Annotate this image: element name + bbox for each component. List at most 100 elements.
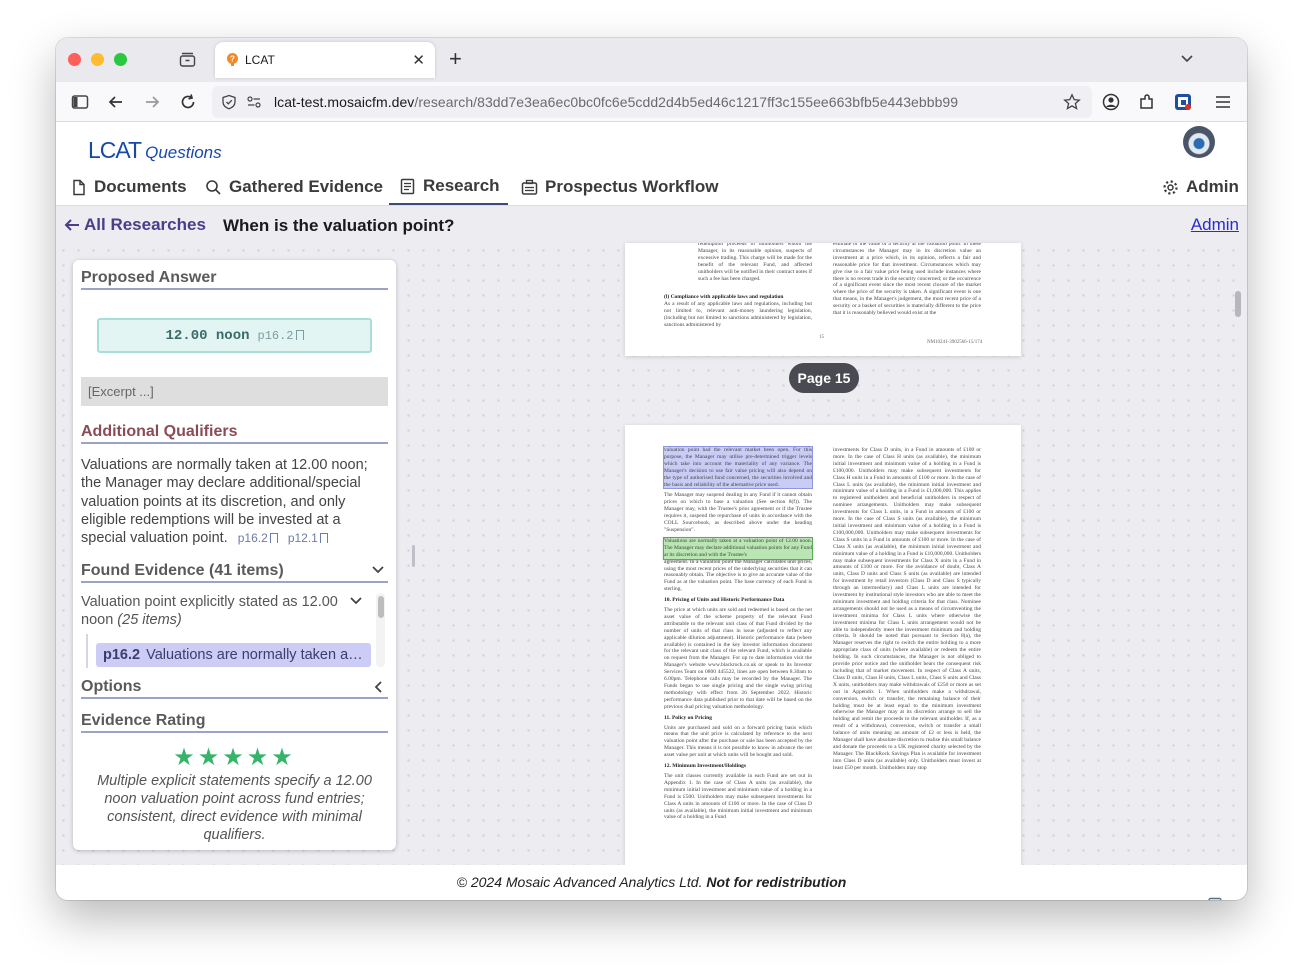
gear-icon [1163,179,1178,195]
star-icon: ★ [173,744,198,771]
evidence-scroll-thumb[interactable] [378,596,384,618]
page16-paragraph-2: The Manager may suspend dealing in any F… [664,492,812,533]
bookmark-icon [319,533,328,544]
rating-explanation: Multiple explicit statements specify a 1… [97,773,372,843]
answer-page-ref[interactable]: p16.2 [258,329,304,343]
workflow-icon [521,179,538,195]
chevron-down-icon[interactable] [371,564,385,576]
url-path: /research/83dd7e3ea6ec0bc0fc6e5cdd2d4b5e… [414,94,959,110]
notes-icon[interactable] [1207,897,1223,900]
page15-number: 15 [819,335,824,340]
page16-paragraph-3: agreement. In a valuation point the Mana… [664,558,812,593]
found-evidence-heading[interactable]: Found Evidence (41 items) [81,562,388,583]
app-logo[interactable]: LCAT Questions [88,137,222,164]
page15-left-column-2: As a result of any applicable laws and r… [664,301,812,328]
qualifier-ref-1[interactable]: p16.2 [238,531,278,545]
evidence-item[interactable]: p16.2 Valuations are normally taken at a … [96,643,371,667]
address-bar[interactable]: lcat-test.mosaicfm.dev/research/83dd7e3e… [212,86,1092,118]
evidence-group[interactable]: Valuation point explicitly stated as 12.… [81,593,368,629]
all-researches-link[interactable]: All Researches [64,215,206,235]
left-arrow-icon [64,219,79,231]
admin-link[interactable]: Admin [1191,215,1239,235]
evidence-item-text: Valuations are normally taken at a valua… [146,647,371,663]
evidence-rating-heading: Evidence Rating [81,712,388,733]
excerpt-box[interactable]: [Excerpt ...] [81,377,388,406]
nav-research-label: Research [423,176,500,195]
qualifier-ref-2-label: p12.1 [287,531,318,546]
extension-badge-icon[interactable] [1173,92,1193,112]
url-text[interactable]: lcat-test.mosaicfm.dev/research/83dd7e3e… [274,94,958,110]
minimize-window-button[interactable] [91,53,104,66]
proposed-answer-heading: Proposed Answer [81,269,388,290]
logo-text: LCAT [88,137,142,163]
chevron-down-icon[interactable] [349,595,363,607]
nav-prospectus-workflow-label: Prospectus Workflow [545,177,719,196]
bookmark-star-icon[interactable] [1063,93,1081,111]
nav-documents[interactable]: Documents [68,169,189,205]
nav-admin[interactable]: Admin [1160,169,1241,205]
tab-overview-icon[interactable] [179,52,196,67]
star-rating: ★★★★★ [73,743,396,772]
nav-admin-label: Admin [1186,177,1239,196]
shield-icon[interactable] [221,94,237,110]
page16-paragraph-6: The unit classes currently available in … [664,772,812,821]
all-researches-label: All Researches [84,215,206,234]
account-icon[interactable] [1101,92,1121,112]
page16-heading-11: 11. Policy on Pricing [664,714,712,721]
nav-prospectus-workflow[interactable]: Prospectus Workflow [519,169,721,205]
page15-right-column: estimate of the value of a security at t… [833,243,981,317]
browser-toolbar: lcat-test.mosaicfm.dev/research/83dd7e3e… [56,82,1247,122]
page15-left-column: redemption proceeds to unitholders whom … [698,243,812,282]
redistribution-notice: Not for redistribution [706,874,847,890]
browser-window: ? LCAT ✕ + lcat-test.mosaicfm.dev/resear… [56,38,1247,900]
selected-highlight[interactable]: valuation point had the relevant market … [663,445,813,490]
avatar[interactable] [1183,126,1215,158]
qualifier-ref-1-label: p16.2 [237,531,268,546]
site-permissions-icon[interactable] [246,94,262,110]
zoom-window-button[interactable] [114,53,127,66]
app-root: LCAT Questions Documents Gathered Evidenc… [56,123,1247,900]
answer-page-ref-label: p16.2 [257,328,294,343]
new-tab-button[interactable]: + [449,48,462,70]
star-icon: ★ [197,744,223,771]
pdf-page-15: redemption proceeds to unitholders whom … [625,243,1021,356]
evidence-tree-line [86,634,88,668]
list-all-tabs-icon[interactable] [1179,50,1195,66]
extensions-icon[interactable] [1137,92,1157,112]
close-window-button[interactable] [68,53,81,66]
forward-arrow-icon[interactable] [142,92,162,112]
page16-left-column: valuation point had the relevant market … [663,445,813,821]
document-icon [73,179,85,195]
page15-code: NM10241-3902566-15/174 [927,340,983,345]
viewer-scrollbar[interactable] [1235,291,1241,317]
sidebar-toggle-icon[interactable] [70,92,90,112]
qualifier-ref-2[interactable]: p12.1 [288,531,328,545]
chevron-left-icon[interactable] [373,680,385,694]
proposed-answer-value: 12.00 noon [165,327,250,344]
evidence-highlight[interactable]: Valuations are normally taken at a valua… [663,536,813,560]
tab-title: LCAT [245,53,275,67]
back-arrow-icon[interactable] [106,92,126,112]
reload-icon[interactable] [178,92,198,112]
page16-heading-12: 12. Minimum Investment/Holdings [664,763,747,770]
menu-icon[interactable] [1213,92,1233,112]
answer-panel: Proposed Answer 12.00 noon p16.2 [Excerp… [73,260,396,850]
page15-heading-text: (l) Compliance with applicable laws and … [664,294,784,300]
logo-subtitle: Questions [145,143,222,162]
proposed-answer-box[interactable]: 12.00 noon p16.2 [97,318,372,353]
panel-resize-handle[interactable] [412,545,415,567]
evidence-group-count: (25 items) [117,612,182,628]
search-icon [206,179,221,195]
close-tab-icon[interactable]: ✕ [412,51,425,69]
nav-research[interactable]: Research [389,169,508,205]
options-heading[interactable]: Options [81,678,388,699]
nav-gathered-evidence-label: Gathered Evidence [229,177,384,196]
url-host: lcat-test.mosaicfm.dev [274,94,415,110]
lcat-favicon-icon: ? [227,53,238,66]
nav-gathered-evidence[interactable]: Gathered Evidence [203,169,385,205]
copyright-text: © 2024 Mosaic Advanced Analytics Ltd. [456,874,703,890]
browser-tab-active[interactable]: ? LCAT ✕ [215,42,435,78]
page16-paragraph-4: The price at which units are sold and re… [664,607,812,710]
svg-text:?: ? [230,55,235,64]
research-content: Proposed Answer 12.00 noon p16.2 [Excerp… [56,243,1247,865]
